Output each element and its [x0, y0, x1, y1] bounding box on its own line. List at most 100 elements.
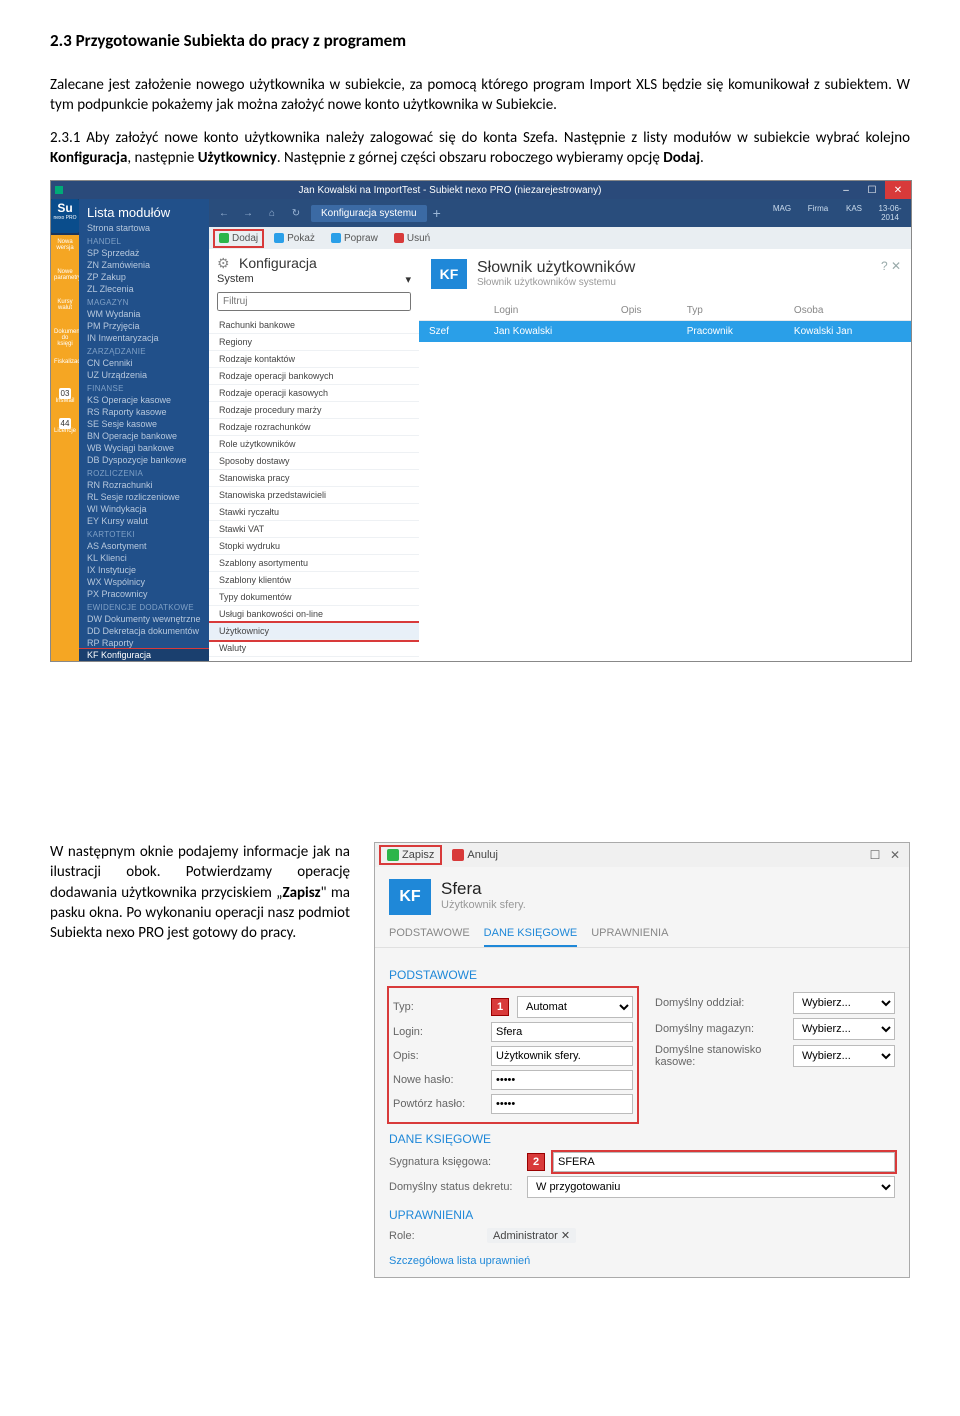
config-subtitle: System	[217, 273, 254, 286]
config-list-item[interactable]: Stawki ryczałtu	[209, 504, 419, 521]
decree-status-select[interactable]: W przygotowaniu	[527, 1176, 895, 1198]
section-permissions-heading: UPRAWNIENIA	[389, 1208, 895, 1222]
config-list-item[interactable]: Rodzaje rozrachunków	[209, 419, 419, 436]
product-logo: Su nexo PRO	[51, 199, 79, 233]
sidebar-item[interactable]: RP Raporty	[79, 637, 209, 649]
sidebar-item[interactable]: ZL Zlecenia	[79, 283, 209, 295]
edit-button[interactable]: Popraw	[327, 231, 382, 246]
tab-accounting[interactable]: DANE KSIĘGOWE	[484, 923, 578, 947]
sidebar-item[interactable]: KL Klienci	[79, 552, 209, 564]
type-select[interactable]: Automat	[517, 996, 633, 1018]
dialog-close-icon[interactable]: ✕	[887, 848, 903, 862]
sidebar-item[interactable]: WB Wyciągi bankowe	[79, 442, 209, 454]
permissions-detail-link[interactable]: Szczegółowa lista uprawnień	[375, 1251, 544, 1277]
strip-item[interactable]: Nowe parametry	[54, 269, 76, 291]
dialog-maximize-icon[interactable]: ☐	[867, 848, 883, 862]
config-list-item[interactable]: Sposoby dostawy	[209, 453, 419, 470]
sidebar-item[interactable]: DD Dekretacja dokumentów	[79, 625, 209, 637]
close-button[interactable]: ✕	[885, 181, 911, 199]
sidebar-item[interactable]: DW Dokumenty wewnętrzne	[79, 613, 209, 625]
sidebar-item[interactable]: RN Rozrachunki	[79, 479, 209, 491]
dialog-cancel-button[interactable]: Anuluj	[446, 847, 504, 863]
sidebar-item[interactable]: DB Dyspozycje bankowe	[79, 454, 209, 466]
tab-permissions[interactable]: UPRAWNIENIA	[591, 923, 668, 947]
config-list-item[interactable]: Rodzaje operacji kasowych	[209, 385, 419, 402]
config-list-item[interactable]: Typy dokumentów	[209, 589, 419, 606]
dialog-kf-badge: KF	[389, 879, 431, 915]
sidebar-group: KARTOTEKI	[79, 527, 209, 540]
sidebar-item[interactable]: ZN Zamówienia	[79, 259, 209, 271]
strip-item[interactable]: Dokument do księgi	[54, 329, 76, 351]
chevron-down-icon[interactable]: ▾	[405, 273, 411, 286]
nav-back-icon[interactable]: ←	[215, 208, 233, 219]
sidebar-item[interactable]: CN Cenniki	[79, 357, 209, 369]
sidebar-item[interactable]: SP Sprzedaż	[79, 247, 209, 259]
sidebar-item[interactable]: RL Sesje rozliczeniowe	[79, 491, 209, 503]
warehouse-select[interactable]: Wybierz...	[793, 1018, 895, 1040]
help-icon[interactable]: ? ✕	[881, 259, 901, 273]
config-list-item[interactable]: Stanowiska przedstawicieli	[209, 487, 419, 504]
desc-input[interactable]	[491, 1046, 633, 1066]
sidebar-item[interactable]: IN Inwentaryzacja	[79, 332, 209, 344]
strip-item[interactable]: 03InsMail	[54, 389, 76, 411]
config-list-item[interactable]: Rachunki bankowe	[209, 317, 419, 334]
config-list-item[interactable]: Widget fiskalizacji	[209, 657, 419, 661]
sidebar-item[interactable]: PX Pracownicy	[79, 588, 209, 600]
config-list-item[interactable]: Rodzaje kontaktów	[209, 351, 419, 368]
delete-button[interactable]: Usuń	[390, 231, 434, 246]
sidebar-item[interactable]: EY Kursy walut	[79, 515, 209, 527]
dialog-save-button[interactable]: Zapisz	[381, 847, 440, 863]
login-input[interactable]	[491, 1022, 633, 1042]
config-list-item[interactable]: Regiony	[209, 334, 419, 351]
cash-station-select[interactable]: Wybierz...	[793, 1045, 895, 1067]
config-list-item[interactable]: Rodzaje operacji bankowych	[209, 368, 419, 385]
new-pass-input[interactable]	[491, 1070, 633, 1090]
config-list-item[interactable]: Rodzaje procedury marży	[209, 402, 419, 419]
role-chip[interactable]: Administrator ✕	[487, 1228, 576, 1243]
sidebar-item[interactable]: ZP Zakup	[79, 271, 209, 283]
strip-item[interactable]: Fiskalizacja	[54, 359, 76, 381]
sidebar-item[interactable]: RS Raporty kasowe	[79, 406, 209, 418]
sidebar-item[interactable]: AS Asortyment	[79, 540, 209, 552]
strip-item[interactable]: 44Licencje	[54, 419, 76, 441]
config-list-item[interactable]: Usługi bankowości on-line	[209, 606, 419, 623]
config-list-item[interactable]: Stawki VAT	[209, 521, 419, 538]
sidebar-item[interactable]: PM Przyjęcia	[79, 320, 209, 332]
nav-fwd-icon[interactable]: →	[239, 208, 257, 219]
sidebar-item[interactable]: SE Sesje kasowe	[79, 418, 209, 430]
strip-item[interactable]: Kursy walut	[54, 299, 76, 321]
config-list-item[interactable]: Szablony klientów	[209, 572, 419, 589]
minimize-button[interactable]: –	[833, 181, 859, 199]
branch-select[interactable]: Wybierz...	[793, 992, 895, 1014]
repeat-pass-input[interactable]	[491, 1094, 633, 1114]
config-filter-input[interactable]	[217, 292, 411, 311]
config-list-item[interactable]: Stopki wydruku	[209, 538, 419, 555]
table-row[interactable]: SzefJan KowalskiPracownikKowalski Jan	[419, 321, 911, 343]
sidebar-item[interactable]: KF Konfiguracja	[79, 649, 209, 661]
sidebar-item[interactable]: BN Operacje bankowe	[79, 430, 209, 442]
nav-home-icon[interactable]: ⌂	[263, 208, 281, 219]
sidebar-item[interactable]: IX Instytucje	[79, 564, 209, 576]
tab-add-icon[interactable]: +	[433, 205, 441, 221]
sidebar-item[interactable]: WM Wydania	[79, 308, 209, 320]
sidebar-item[interactable]: UZ Urządzenia	[79, 369, 209, 381]
add-button[interactable]: Dodaj	[215, 231, 262, 246]
maximize-button[interactable]: ☐	[859, 181, 885, 199]
signature-input[interactable]	[553, 1152, 895, 1172]
config-list-item[interactable]: Szablony asortymentu	[209, 555, 419, 572]
config-list-item[interactable]: Użytkownicy	[209, 623, 419, 640]
sidebar-item[interactable]: WI Windykacja	[79, 503, 209, 515]
tab-basic[interactable]: PODSTAWOWE	[389, 923, 470, 947]
config-list-item[interactable]: Waluty	[209, 640, 419, 657]
sidebar-item-home[interactable]: Strona startowa	[79, 222, 209, 234]
config-list-item[interactable]: Stanowiska pracy	[209, 470, 419, 487]
marker-2: 2	[527, 1153, 545, 1171]
sidebar-item[interactable]: KS Operacje kasowe	[79, 394, 209, 406]
show-button[interactable]: Pokaż	[270, 231, 319, 246]
strip-item[interactable]: Nowa wersja	[54, 239, 76, 261]
tab-config[interactable]: Konfiguracja systemu	[311, 205, 427, 222]
config-list-item[interactable]: Role użytkowników	[209, 436, 419, 453]
nav-refresh-icon[interactable]: ↻	[287, 208, 305, 219]
eye-icon	[274, 233, 284, 243]
sidebar-item[interactable]: WX Wspólnicy	[79, 576, 209, 588]
